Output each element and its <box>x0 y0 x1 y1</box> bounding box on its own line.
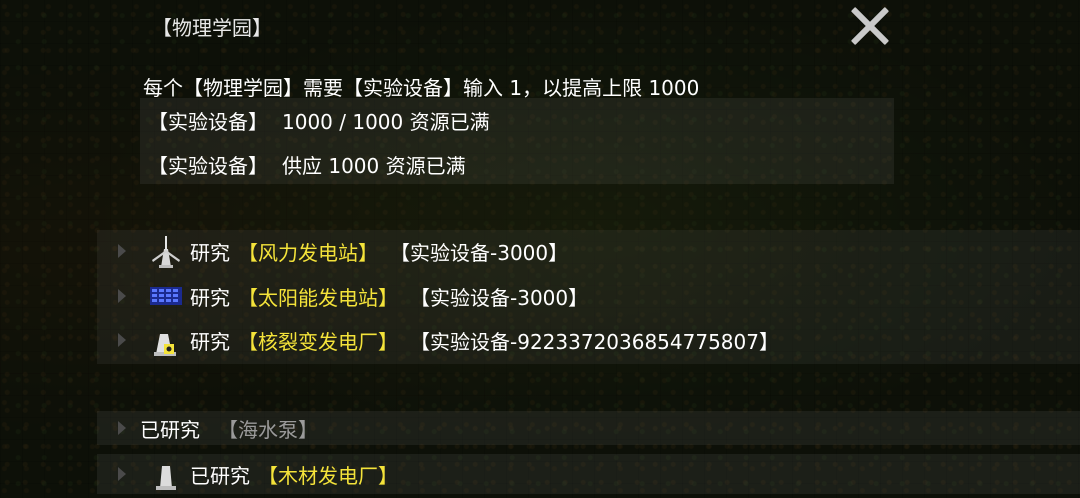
storage-resource-name: 【实验设备】 <box>148 110 268 134</box>
researched-item-sea-pump[interactable]: 已研究 【海水泵】 <box>97 411 1080 445</box>
storage-status: 【实验设备】 1000 / 1000 资源已满 <box>148 106 490 135</box>
supply-resource-name: 【实验设备】 <box>148 154 268 178</box>
building-description: 每个【物理学园】需要【实验设备】输入 1，以提高上限 1000 <box>143 76 700 100</box>
wind-turbine-icon <box>148 233 184 269</box>
researched-verb: 已研究 <box>140 417 200 442</box>
supply-value: 供应 1000 资源已满 <box>282 154 466 178</box>
research-cost: 【实验设备-9223372036854775807】 <box>410 329 779 354</box>
research-cost: 【实验设备-3000】 <box>410 285 589 310</box>
expand-arrow-icon <box>118 289 126 303</box>
research-target: 【风力发电站】 <box>238 240 378 265</box>
research-target: 【太阳能发电站】 <box>238 285 398 310</box>
solar-panel-icon <box>148 278 184 314</box>
researched-target: 【海水泵】 <box>218 417 318 442</box>
researched-target: 【木材发电厂】 <box>258 463 398 488</box>
supply-status: 【实验设备】 供应 1000 资源已满 <box>148 150 466 179</box>
research-cost: 【实验设备-3000】 <box>390 240 569 265</box>
researched-verb: 已研究 <box>190 463 250 488</box>
close-button[interactable] <box>848 4 892 48</box>
expand-arrow-icon <box>118 333 126 347</box>
research-target: 【核裂变发电厂】 <box>238 329 398 354</box>
research-verb: 研究 <box>190 240 230 265</box>
expand-arrow-icon <box>118 244 126 258</box>
storage-value: 1000 / 1000 资源已满 <box>282 110 490 134</box>
page-title: 【物理学园】 <box>152 16 272 40</box>
research-verb: 研究 <box>190 285 230 310</box>
expand-arrow-icon <box>118 467 126 481</box>
research-item-solar-power[interactable]: 研究 【太阳能发电站】 【实验设备-3000】 <box>118 278 588 314</box>
research-verb: 研究 <box>190 329 230 354</box>
expand-arrow-icon <box>118 421 126 435</box>
research-item-nuclear-power[interactable]: 研究 【核裂变发电厂】 【实验设备-9223372036854775807】 <box>118 322 779 358</box>
wood-power-plant-icon <box>148 456 184 492</box>
researched-item-wood-power[interactable]: 已研究 【木材发电厂】 <box>97 454 1080 494</box>
nuclear-plant-icon <box>148 322 184 358</box>
research-item-wind-power[interactable]: 研究 【风力发电站】 【实验设备-3000】 <box>118 233 568 269</box>
